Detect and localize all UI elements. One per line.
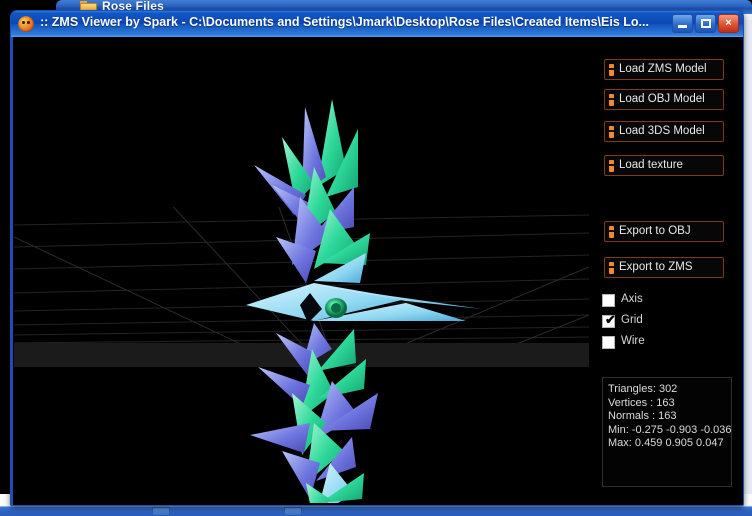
button-label: Load ZMS Model [619, 63, 707, 75]
checkbox-grid[interactable]: ✔ Grid [602, 312, 732, 331]
checkbox-box[interactable] [602, 336, 615, 349]
load-zms-model-button[interactable]: Load ZMS Model [604, 59, 724, 80]
checkbox-label: Grid [621, 314, 643, 326]
load-icon [609, 126, 614, 138]
titlebar[interactable]: :: ZMS Viewer by Spark - C:\Documents an… [11, 11, 743, 38]
button-label: Load OBJ Model [619, 93, 705, 105]
load-icon [609, 94, 614, 106]
render-viewport[interactable] [14, 37, 589, 503]
info-triangles: Triangles: 302 [608, 383, 678, 395]
checkbox-axis[interactable]: Axis [602, 293, 732, 310]
checkbox-wire[interactable]: Wire [602, 335, 732, 352]
close-button[interactable]: × [718, 14, 739, 33]
zms-viewer-window: :: ZMS Viewer by Spark - C:\Documents an… [10, 10, 744, 506]
checkbox-label: Wire [621, 335, 645, 347]
checkbox-box[interactable] [602, 294, 615, 307]
button-label: Load texture [619, 159, 683, 171]
app-icon [18, 16, 34, 32]
load-icon [609, 64, 614, 76]
close-icon: × [725, 17, 732, 29]
export-icon [609, 226, 614, 238]
control-panel: Load ZMS Model Load OBJ Model Load 3DS M… [590, 37, 743, 503]
taskbar[interactable] [0, 506, 752, 516]
load-obj-model-button[interactable]: Load OBJ Model [604, 89, 724, 110]
maximize-icon [701, 19, 711, 28]
desktop: Rose Files :: ZMS Viewer by Spark - C:\D… [0, 0, 752, 516]
model-render [246, 99, 482, 503]
export-to-obj-button[interactable]: Export to OBJ [604, 221, 724, 242]
button-label: Export to OBJ [619, 225, 691, 237]
checkbox-box[interactable]: ✔ [602, 312, 616, 328]
window-title: :: ZMS Viewer by Spark - C:\Documents an… [40, 15, 649, 29]
model-info-panel: Triangles: 302 Vertices : 163 Normals : … [602, 377, 732, 487]
info-vertices: Vertices : 163 [608, 396, 675, 409]
load-icon [609, 160, 614, 172]
window-body: Load ZMS Model Load OBJ Model Load 3DS M… [11, 37, 743, 505]
check-icon: ✔ [605, 312, 616, 327]
button-label: Export to ZMS [619, 261, 693, 273]
maximize-button[interactable] [695, 14, 716, 33]
export-to-zms-button[interactable]: Export to ZMS [604, 257, 724, 278]
load-texture-button[interactable]: Load texture [604, 155, 724, 176]
taskbar-button-2[interactable] [284, 507, 302, 516]
export-icon [609, 262, 614, 274]
taskbar-button-1[interactable] [152, 507, 170, 516]
info-max: Max: 0.459 0.905 0.047 [608, 437, 724, 449]
minimize-button[interactable] [672, 14, 693, 33]
info-min: Min: -0.275 -0.903 -0.036 [608, 423, 732, 436]
load-3ds-model-button[interactable]: Load 3DS Model [604, 121, 724, 142]
info-normals: Normals : 163 [608, 410, 677, 422]
minimize-icon [678, 25, 687, 28]
checkbox-label: Axis [621, 293, 643, 305]
button-label: Load 3DS Model [619, 125, 705, 137]
